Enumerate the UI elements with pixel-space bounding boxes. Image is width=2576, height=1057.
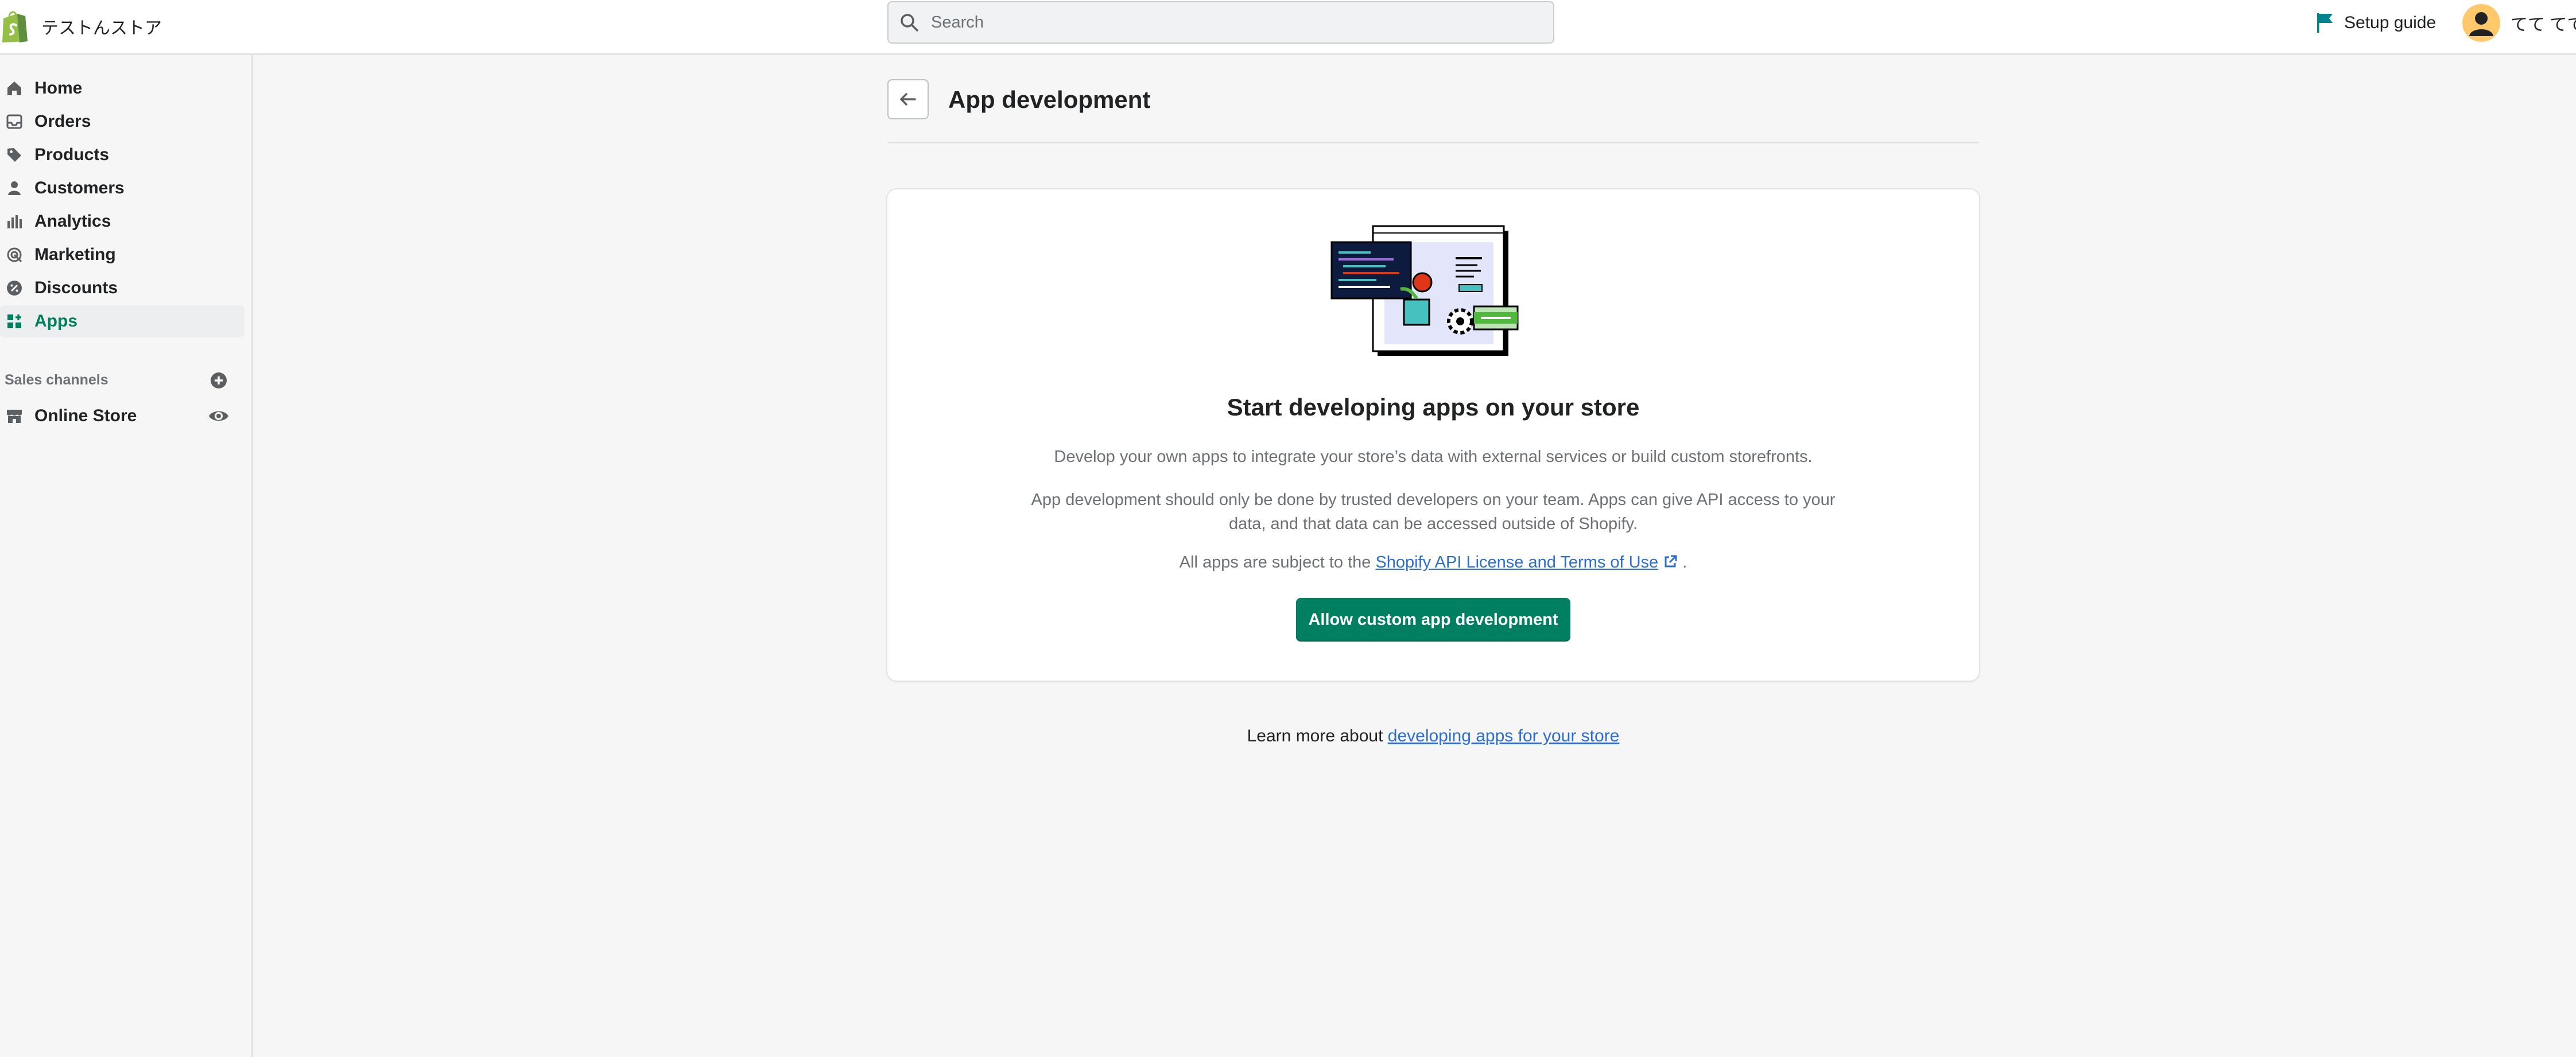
apps-icon [5, 312, 24, 331]
sidebar-item-discounts[interactable]: Discounts [0, 272, 245, 304]
bar-chart-icon [5, 212, 24, 231]
sidebar-item-online-store[interactable]: Online Store [0, 400, 195, 432]
card-warning: App development should only be done by t… [1031, 491, 1836, 533]
store-icon [5, 406, 24, 426]
sidebar-item-orders[interactable]: Orders [0, 106, 245, 138]
learn-more: Learn more about developing apps for you… [887, 726, 1979, 746]
sidebar-item-label: Discounts [34, 278, 118, 297]
avatar [2462, 4, 2500, 42]
learn-more-prefix: Learn more about [1247, 726, 1388, 745]
search-icon [901, 14, 918, 32]
sidebar-item-label: Marketing [34, 245, 116, 264]
back-button[interactable] [887, 79, 929, 119]
sidebar-item-label: Home [34, 79, 83, 98]
sidebar-item-label: Online Store [34, 406, 137, 425]
sidebar-item-home[interactable]: Home [0, 72, 245, 104]
search-input[interactable]: Search [887, 1, 1554, 44]
terms-prefix: All apps are subject to the [1179, 553, 1376, 572]
inbox-icon [5, 112, 24, 131]
user-avatar-icon [2469, 12, 2493, 36]
terms-suffix: . [1678, 553, 1687, 572]
person-icon [5, 178, 24, 198]
app-development-card: Start developing apps on your store Deve… [887, 189, 1979, 681]
setup-guide-button[interactable]: Setup guide [2315, 10, 2436, 36]
add-sales-channel-icon[interactable] [209, 371, 228, 390]
user-name: てて てて [2511, 15, 2576, 34]
target-icon [5, 245, 24, 265]
card-description: Develop your own apps to integrate your … [1054, 448, 1813, 466]
sidebar-item-label: Apps [34, 312, 77, 331]
api-license-link[interactable]: Shopify API License and Terms of Use [1375, 553, 1658, 572]
home-icon [5, 79, 24, 98]
sidebar-item-marketing[interactable]: Marketing [0, 239, 245, 271]
tag-icon [5, 145, 24, 165]
shopify-logo-icon [2, 11, 28, 42]
sidebar-item-label: Analytics [34, 212, 111, 231]
page-title: App development [948, 86, 1151, 113]
store-brand[interactable]: テストんストア [0, 8, 162, 45]
sidebar-item-customers[interactable]: Customers [0, 172, 245, 204]
external-link-icon [1665, 555, 1677, 568]
flag-icon [2317, 13, 2333, 33]
developing-apps-link[interactable]: developing apps for your store [1388, 726, 1620, 745]
app-development-illustration [1330, 225, 1519, 356]
user-menu[interactable]: てて てて [2462, 2, 2576, 44]
card-title: Start developing apps on your store [1227, 394, 1640, 421]
sidebar-item-label: Customers [34, 178, 125, 197]
sidebar-item-label: Orders [34, 112, 91, 131]
sales-channels-title: Sales channels [5, 372, 108, 388]
sidebar: Home Orders Products Customers Analytics… [0, 55, 253, 1057]
store-name: テストんストア [41, 19, 162, 38]
page-header: App development [887, 79, 1979, 143]
card-terms: All apps are subject to the Shopify API … [887, 553, 1979, 572]
view-store-eye-icon[interactable] [208, 406, 230, 426]
search-placeholder: Search [931, 13, 984, 32]
arrow-left-icon [900, 93, 916, 106]
sidebar-item-apps[interactable]: Apps [0, 305, 245, 337]
sidebar-item-analytics[interactable]: Analytics [0, 205, 245, 238]
discount-icon [5, 278, 24, 298]
top-bar: テストんストア Search Setup guide てて てて [0, 0, 2576, 55]
allow-custom-app-development-button[interactable]: Allow custom app development [1296, 598, 1570, 642]
setup-guide-label: Setup guide [2344, 13, 2437, 32]
sidebar-item-label: Products [34, 145, 110, 164]
sidebar-item-products[interactable]: Products [0, 139, 245, 171]
